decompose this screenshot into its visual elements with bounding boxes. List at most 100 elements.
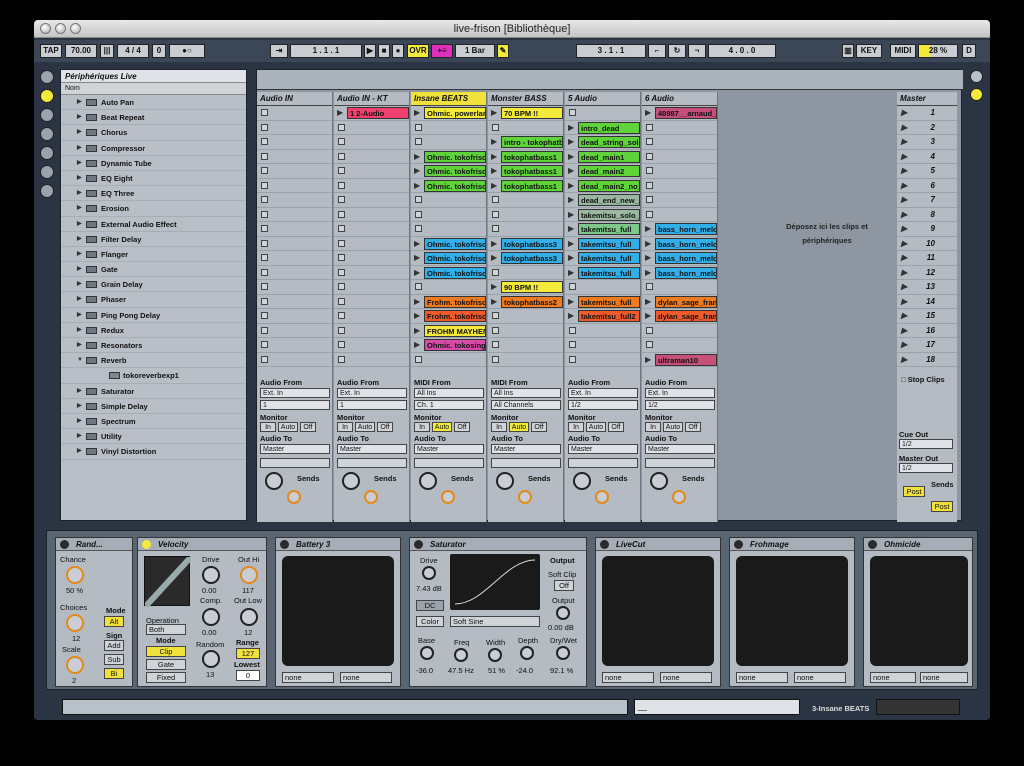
- clip-launch-icon[interactable]: ▶: [568, 152, 574, 161]
- clip-stop-icon[interactable]: [492, 355, 499, 363]
- clip[interactable]: intro_dead: [578, 121, 640, 134]
- livecut-header[interactable]: LiveCut: [596, 538, 720, 551]
- clip-slot[interactable]: [257, 251, 332, 266]
- power-icon[interactable]: [600, 540, 609, 549]
- clip-slot[interactable]: ▶ intro_dead: [565, 121, 640, 135]
- midi-map-button[interactable]: MIDI: [890, 44, 916, 58]
- scene-launch-icon[interactable]: ▶: [901, 340, 907, 349]
- monitor-in-button[interactable]: In: [337, 422, 353, 432]
- clip-stop-icon[interactable]: [261, 196, 268, 203]
- monitor-auto-button[interactable]: Auto: [432, 422, 452, 432]
- input-type-select[interactable]: Ext. In: [645, 388, 715, 398]
- clip-launch-icon[interactable]: ▶: [568, 224, 574, 233]
- master-title[interactable]: Master: [897, 92, 957, 106]
- clip-launch-icon[interactable]: ▶: [491, 239, 497, 248]
- clip-stop-icon[interactable]: [415, 210, 422, 218]
- clip-stop-icon[interactable]: [492, 341, 499, 348]
- chance-knob[interactable]: [66, 566, 84, 584]
- input-channel-select[interactable]: All Channels: [491, 400, 561, 410]
- clip-slot[interactable]: [257, 193, 332, 208]
- session-view-icon[interactable]: [970, 70, 983, 83]
- scene-launch-icon[interactable]: ▶: [901, 253, 907, 262]
- color-button[interactable]: Color: [416, 616, 444, 627]
- scene-launch-icon[interactable]: ▶: [901, 108, 907, 117]
- clip-slot[interactable]: [565, 324, 640, 338]
- scene-launch[interactable]: ▶ 12: [897, 266, 957, 280]
- scale-knob[interactable]: [66, 656, 84, 674]
- clip[interactable]: takemitsu_full: [578, 223, 640, 235]
- clip-slot[interactable]: [411, 121, 486, 135]
- monitor-in-button[interactable]: In: [568, 422, 584, 432]
- clip-stop-icon[interactable]: [338, 138, 345, 145]
- scene-launch[interactable]: ▶ 6: [897, 179, 957, 193]
- scene-launch-icon[interactable]: ▶: [901, 210, 907, 219]
- clip-stop-icon[interactable]: [492, 312, 499, 319]
- track-title[interactable]: Audio IN - KT: [334, 92, 409, 106]
- send-b-knob[interactable]: [287, 490, 301, 504]
- dc-button[interactable]: DC: [416, 600, 444, 611]
- clip-stop-icon[interactable]: [338, 210, 345, 218]
- scene-launch-icon[interactable]: ▶: [901, 123, 907, 132]
- monitor-off-button[interactable]: Off: [685, 422, 701, 432]
- clip-stop-icon[interactable]: [646, 123, 653, 131]
- clip[interactable]: bass_horn_melo: [655, 237, 717, 250]
- clip-stop-icon[interactable]: [338, 225, 345, 232]
- browser-item[interactable]: ▶ Flanger: [61, 247, 246, 263]
- file-browser-3-icon[interactable]: [40, 165, 54, 179]
- clip-stop-icon[interactable]: [338, 239, 345, 247]
- track-title[interactable]: Insane BEATS: [411, 92, 486, 106]
- clip-stop-icon[interactable]: [261, 268, 268, 276]
- cue-out-select[interactable]: 1/2: [899, 439, 953, 449]
- disclosure-icon[interactable]: ▶: [77, 323, 82, 338]
- clip-slot[interactable]: [257, 237, 332, 251]
- clip-stop-icon[interactable]: [338, 181, 345, 189]
- tap-button[interactable]: TAP: [40, 44, 62, 58]
- power-icon[interactable]: [142, 540, 151, 549]
- browser-column-name[interactable]: Nom: [61, 83, 246, 95]
- output-select[interactable]: Master: [568, 444, 638, 454]
- drive-knob[interactable]: [202, 566, 220, 584]
- clip-slot[interactable]: ▶ bass_horn_melo: [642, 251, 717, 266]
- input-type-select[interactable]: Ext. In: [568, 388, 638, 398]
- clip-slot[interactable]: [334, 338, 409, 353]
- clip-launch-icon[interactable]: ▶: [414, 181, 420, 190]
- clip[interactable]: dylan_sage_francis2: [655, 310, 717, 322]
- monitor-auto-button[interactable]: Auto: [663, 422, 683, 432]
- clip-slot[interactable]: [642, 150, 717, 164]
- clip-slot[interactable]: [488, 324, 563, 338]
- clip[interactable]: 48987__arnaud_coul: [655, 107, 717, 119]
- track-name-field[interactable]: [491, 458, 561, 468]
- scene-launch[interactable]: ▶ 11: [897, 251, 957, 266]
- clip-launch-icon[interactable]: ▶: [645, 311, 651, 320]
- clip-slot[interactable]: [334, 208, 409, 222]
- browser-item[interactable]: ▶ Filter Delay: [61, 232, 246, 247]
- clip-slot[interactable]: [257, 338, 332, 353]
- clip-slot[interactable]: ▶ Ohmic. powerlarsonl: [411, 106, 486, 121]
- clip-stop-icon[interactable]: [261, 109, 268, 116]
- clip-slot[interactable]: [334, 179, 409, 193]
- random-header[interactable]: Rand...: [56, 538, 132, 551]
- lowest-value[interactable]: 0: [236, 670, 260, 681]
- monitor-in-button[interactable]: In: [645, 422, 661, 432]
- clip-launch-icon[interactable]: ▶: [414, 239, 420, 248]
- play-browser-icon[interactable]: [40, 70, 54, 84]
- clip-slot[interactable]: ▶ Ohmic. tokofrison5: [411, 150, 486, 164]
- clip[interactable]: tokophatbass1: [501, 179, 563, 192]
- clip-slot[interactable]: ▶ 70 BPM !!: [488, 106, 563, 121]
- clip-launch-icon[interactable]: ▶: [414, 311, 420, 320]
- clip[interactable]: Ohmic. tokofrison5: [424, 165, 486, 177]
- power-icon[interactable]: [414, 540, 423, 549]
- browser-item[interactable]: tokoreverbexp1: [61, 368, 246, 384]
- clip-stop-icon[interactable]: [261, 152, 268, 160]
- clip-stop-icon[interactable]: [569, 283, 576, 290]
- disclosure-icon[interactable]: ▶: [77, 308, 82, 323]
- clip-launch-icon[interactable]: ▶: [645, 268, 651, 277]
- clip-stop-icon[interactable]: [261, 181, 268, 189]
- disclosure-icon[interactable]: ▶: [77, 232, 82, 247]
- clip-slot[interactable]: [334, 251, 409, 266]
- clip-slot[interactable]: [565, 353, 640, 367]
- clip-stop-icon[interactable]: [569, 341, 576, 348]
- disclosure-icon[interactable]: ▶: [77, 217, 82, 232]
- clip-stop-icon[interactable]: [261, 254, 268, 261]
- add-button[interactable]: Add: [104, 640, 124, 651]
